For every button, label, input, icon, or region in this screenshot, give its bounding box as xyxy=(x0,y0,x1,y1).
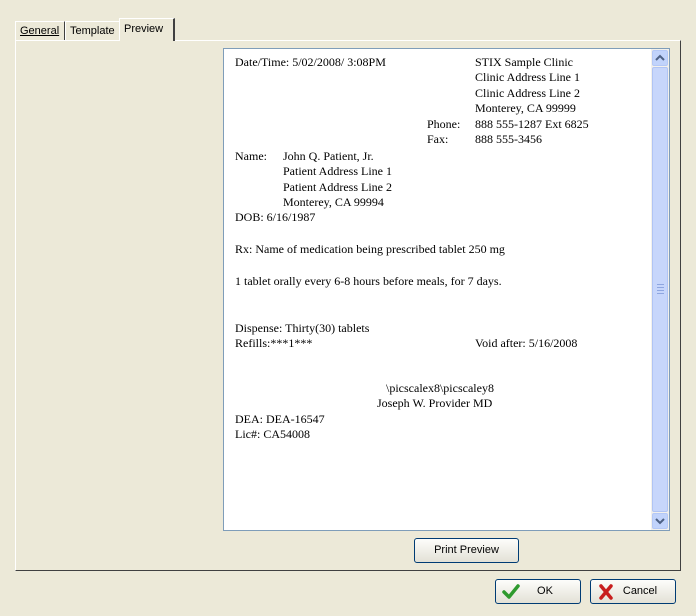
void-after-text: Void after: 5/16/2008 xyxy=(475,336,578,350)
prescription-document: Date/Time: 5/02/2008/ 3:08PM STIX Sample… xyxy=(224,49,651,530)
dea-text: DEA: DEA-16547 xyxy=(235,412,325,426)
fax-value: 888 555-3456 xyxy=(475,132,542,146)
ok-button[interactable]: OK xyxy=(495,579,581,604)
chevron-up-icon xyxy=(655,54,665,61)
vertical-scrollbar[interactable] xyxy=(651,49,669,530)
pic-code-text: \picscalex8\picscaley8 xyxy=(386,381,494,395)
print-preview-label: Print Preview xyxy=(434,544,499,556)
rx-text: Rx: Name of medication being prescribed … xyxy=(235,242,505,256)
scroll-thumb[interactable] xyxy=(652,67,668,512)
print-preview-button[interactable]: Print Preview xyxy=(414,538,519,563)
tab-preview[interactable]: Preview xyxy=(119,18,175,41)
clinic-address-2: Clinic Address Line 2 xyxy=(475,86,580,100)
refills-text: Refills:***1*** xyxy=(235,336,313,350)
clinic-address-1: Clinic Address Line 1 xyxy=(475,70,580,84)
name-label: Name: xyxy=(235,149,267,163)
provider-name: Joseph W. Provider MD xyxy=(377,396,493,410)
close-icon xyxy=(599,584,613,600)
sig-text: 1 tablet orally every 6-8 hours before m… xyxy=(235,274,502,288)
dob-text: DOB: 6/16/1987 xyxy=(235,210,316,224)
scroll-down-button[interactable] xyxy=(652,513,668,529)
ok-label: OK xyxy=(537,585,553,597)
dispense-text: Dispense: Thirty(30) tablets xyxy=(235,321,370,335)
checkmark-icon xyxy=(502,584,520,599)
license-text: Lic#: CA54008 xyxy=(235,427,310,441)
scroll-up-button[interactable] xyxy=(652,50,668,66)
patient-city: Monterey, CA 99994 xyxy=(283,195,384,209)
tab-template-label: Template xyxy=(70,25,115,37)
fax-label: Fax: xyxy=(427,132,449,146)
tab-general[interactable]: General xyxy=(15,21,65,40)
patient-name: John Q. Patient, Jr. xyxy=(283,149,374,163)
tab-general-label: General xyxy=(20,25,60,37)
patient-address-2: Patient Address Line 2 xyxy=(283,180,392,194)
patient-address-1: Patient Address Line 1 xyxy=(283,164,392,178)
cancel-button[interactable]: Cancel xyxy=(590,579,676,604)
datetime-text: Date/Time: 5/02/2008/ 3:08PM xyxy=(235,55,386,69)
phone-label: Phone: xyxy=(427,117,461,131)
phone-value: 888 555-1287 Ext 6825 xyxy=(475,117,589,131)
clinic-city: Monterey, CA 99999 xyxy=(475,101,576,115)
clinic-name: STIX Sample Clinic xyxy=(475,55,573,69)
cancel-label: Cancel xyxy=(622,585,658,597)
prescription-preview[interactable]: Date/Time: 5/02/2008/ 3:08PM STIX Sample… xyxy=(223,48,670,531)
chevron-down-icon xyxy=(655,518,665,525)
tab-preview-label: Preview xyxy=(124,23,164,35)
tab-template[interactable]: Template xyxy=(65,21,120,40)
